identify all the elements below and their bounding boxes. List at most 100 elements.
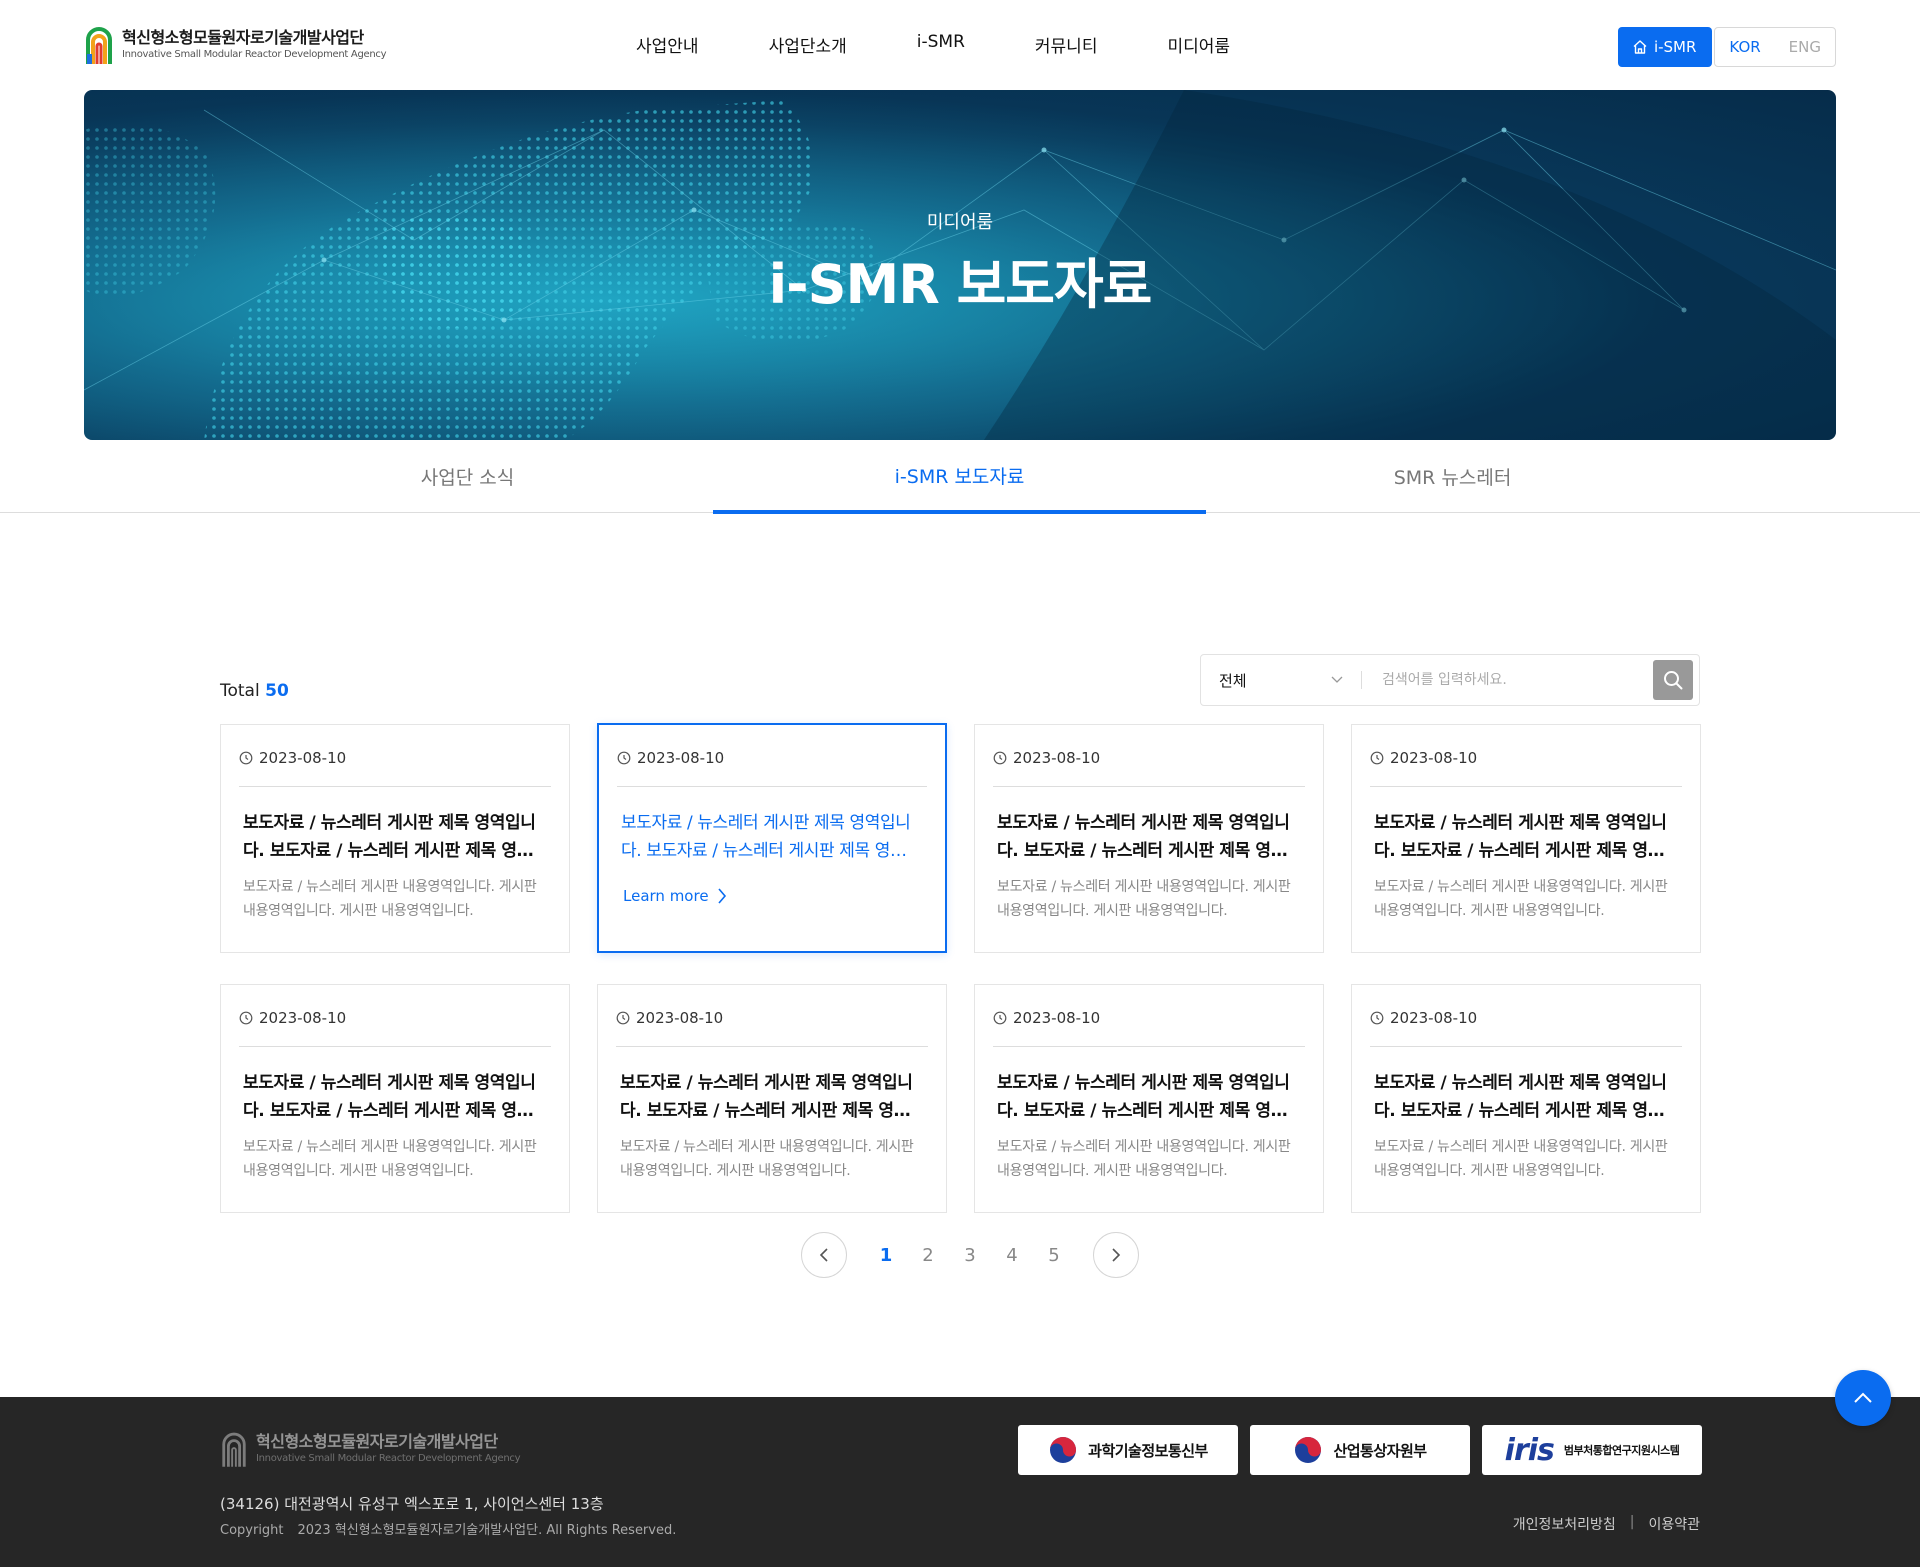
press-card[interactable]: 2023-08-10 보도자료 / 뉴스레터 게시판 제목 영역입니다. 보도자… <box>597 984 947 1213</box>
sub-tabs: 사업단 소식 i-SMR 보도자료 SMR 뉴스레터 <box>0 440 1920 514</box>
press-card[interactable]: 2023-08-10 보도자료 / 뉴스레터 게시판 제목 영역입니다. 보도자… <box>220 724 570 953</box>
card-date-text: 2023-08-10 <box>1390 748 1478 767</box>
language-switch: KOR ENG <box>1714 27 1836 67</box>
card-description: 보도자료 / 뉴스레터 게시판 내용영역입니다. 게시판 내용영역입니다. 게시… <box>1374 879 1668 919</box>
card-date: 2023-08-10 <box>616 985 928 1047</box>
banner-iris-label: 범부처통합연구지원시스템 <box>1563 1444 1680 1457</box>
header: 혁신형소형모듈원자로기술개발사업단 Innovative Small Modul… <box>0 0 1920 90</box>
card-date: 2023-08-10 <box>1370 725 1682 787</box>
card-description: 보도자료 / 뉴스레터 게시판 내용영역입니다. 게시판 내용영역입니다. 게시… <box>243 879 537 919</box>
footer-logo-mark-icon <box>222 1432 246 1467</box>
clock-icon <box>1370 1011 1384 1024</box>
logo-title: 혁신형소형모듈원자로기술개발사업단 <box>122 28 364 47</box>
iris-logo: iris <box>1504 1432 1555 1468</box>
footer-copyright: Copyright 2023 혁신형소형모듈원자로기술개발사업단. All Rig… <box>220 1519 690 1538</box>
nav-item-media-room[interactable]: 미디어룸 <box>1167 32 1230 57</box>
clock-icon <box>616 1011 630 1024</box>
press-card[interactable]: 2023-08-10 보도자료 / 뉴스레터 게시판 제목 영역입니다. 보도자… <box>1351 984 1701 1213</box>
chevron-down-icon <box>1331 676 1343 683</box>
lang-kor-button[interactable]: KOR <box>1715 28 1774 66</box>
footer-logo-subtitle: Innovative Small Modular Reactor Develop… <box>256 1453 521 1464</box>
clock-icon <box>239 1011 253 1024</box>
press-card[interactable]: 2023-08-10 보도자료 / 뉴스레터 게시판 제목 영역입니다. 보도자… <box>974 724 1324 953</box>
press-card[interactable]: 2023-08-10 보도자료 / 뉴스레터 게시판 제목 영역입니다. 보도자… <box>220 984 570 1213</box>
card-date: 2023-08-10 <box>1370 985 1682 1047</box>
banner-motie-label: 산업통상자원부 <box>1333 1441 1427 1460</box>
card-description: 보도자료 / 뉴스레터 게시판 내용영역입니다. 게시판 내용영역입니다. 게시… <box>243 1139 537 1179</box>
prev-page-button[interactable] <box>801 1232 847 1278</box>
chevron-right-icon <box>1112 1248 1121 1262</box>
footer-link-separator: | <box>1629 1514 1635 1530</box>
learn-more-link[interactable]: Learn more <box>617 887 927 905</box>
card-title: 보도자료 / 뉴스레터 게시판 제목 영역입니다. 보도자료 / 뉴스레터 게시… <box>997 813 1290 861</box>
nav-item-business-info[interactable]: 사업안내 <box>636 32 699 57</box>
learn-more-label: Learn more <box>623 887 709 905</box>
tab-agency-news[interactable]: 사업단 소식 <box>221 440 714 513</box>
nav-item-community[interactable]: 커뮤니티 <box>1035 32 1098 57</box>
copyright-text: 2023 혁신형소형모듈원자로기술개발사업단. All Rights Reser… <box>297 1523 677 1538</box>
nav-item-ismr[interactable]: i-SMR <box>917 32 965 57</box>
next-page-button[interactable] <box>1093 1232 1139 1278</box>
card-title: 보도자료 / 뉴스레터 게시판 제목 영역입니다. 보도자료 / 뉴스레터 게시… <box>1374 1073 1667 1121</box>
clock-icon <box>993 1011 1007 1024</box>
page-number[interactable]: 3 <box>949 1245 991 1266</box>
banner-msit[interactable]: 과학기술정보통신부 <box>1018 1425 1238 1475</box>
header-utilities: i-SMR KOR ENG <box>1617 27 1836 67</box>
page-number[interactable]: 2 <box>907 1245 949 1266</box>
page-number[interactable]: 4 <box>991 1245 1033 1266</box>
card-date: 2023-08-10 <box>239 725 551 787</box>
clock-icon <box>993 751 1007 764</box>
scroll-top-button[interactable] <box>1835 1370 1891 1426</box>
privacy-policy-link[interactable]: 개인정보처리방침 <box>1513 1514 1616 1534</box>
card-date-text: 2023-08-10 <box>1013 1008 1101 1027</box>
footer-banners: 과학기술정보통신부 산업통상자원부 iris 범부처통합연구지원시스템 <box>1018 1425 1702 1475</box>
search-button[interactable] <box>1653 660 1693 700</box>
lang-eng-button[interactable]: ENG <box>1775 28 1835 66</box>
clock-icon <box>617 751 631 764</box>
card-date-text: 2023-08-10 <box>636 1008 724 1027</box>
main-nav: 사업안내 사업단소개 i-SMR 커뮤니티 미디어룸 <box>636 32 1230 57</box>
total-label: Total <box>220 681 260 701</box>
banner-motie[interactable]: 산업통상자원부 <box>1250 1425 1470 1475</box>
ismr-home-label: i-SMR <box>1653 38 1697 56</box>
card-date: 2023-08-10 <box>993 985 1305 1047</box>
page-number[interactable]: 1 <box>865 1245 907 1266</box>
total-count: Total 50 <box>220 681 289 701</box>
tab-ismr-press[interactable]: i-SMR 보도자료 <box>713 440 1206 514</box>
card-title: 보도자료 / 뉴스레터 게시판 제목 영역입니다. 보도자료 / 뉴스레터 게시… <box>243 1073 536 1121</box>
chevron-up-icon <box>1854 1392 1872 1403</box>
taegeuk-icon <box>1050 1437 1077 1463</box>
search-category-value: 전체 <box>1219 671 1247 690</box>
ismr-home-button[interactable]: i-SMR <box>1617 27 1713 67</box>
card-description: 보도자료 / 뉴스레터 게시판 내용영역입니다. 게시판 내용영역입니다. 게시… <box>1374 1139 1668 1179</box>
card-title: 보도자료 / 뉴스레터 게시판 제목 영역입니다. 보도자료 / 뉴스레터 게시… <box>1374 813 1667 861</box>
card-date-text: 2023-08-10 <box>259 748 347 767</box>
hero-banner: 미디어룸 i-SMR 보도자료 <box>84 90 1836 440</box>
logo-mark-icon <box>86 27 112 64</box>
press-card[interactable]: 2023-08-10 보도자료 / 뉴스레터 게시판 제목 영역입니다. 보도자… <box>1351 724 1701 953</box>
site-logo[interactable]: 혁신형소형모듈원자로기술개발사업단 Innovative Small Modul… <box>84 24 387 66</box>
press-card[interactable]: 2023-08-10 보도자료 / 뉴스레터 게시판 제목 영역입니다. 보도자… <box>974 984 1324 1213</box>
nav-item-agency-intro[interactable]: 사업단소개 <box>769 32 847 57</box>
hero-subtitle: 미디어룸 <box>926 212 994 233</box>
card-date-text: 2023-08-10 <box>259 1008 347 1027</box>
logo-subtitle: Innovative Small Modular Reactor Develop… <box>122 49 387 60</box>
card-date-text: 2023-08-10 <box>637 748 725 767</box>
card-title: 보도자료 / 뉴스레터 게시판 제목 영역입니다. 보도자료 / 뉴스레터 게시… <box>243 813 536 861</box>
card-date-text: 2023-08-10 <box>1013 748 1101 767</box>
card-date: 2023-08-10 <box>993 725 1305 787</box>
card-date: 2023-08-10 <box>239 985 551 1047</box>
banner-iris[interactable]: iris 범부처통합연구지원시스템 <box>1482 1425 1702 1475</box>
card-description: 보도자료 / 뉴스레터 게시판 내용영역입니다. 게시판 내용영역입니다. 게시… <box>997 879 1291 919</box>
card-description: 보도자료 / 뉴스레터 게시판 내용영역입니다. 게시판 내용영역입니다. 게시… <box>997 1139 1291 1179</box>
footer-links: 개인정보처리방침 | 이용약관 <box>1513 1514 1700 1534</box>
press-card-hovered[interactable]: 2023-08-10 보도자료 / 뉴스레터 게시판 제목 영역입니다. 보도자… <box>597 723 947 953</box>
page-number[interactable]: 5 <box>1033 1245 1075 1266</box>
card-title: 보도자료 / 뉴스레터 게시판 제목 영역입니다. 보도자료 / 뉴스레터 게시… <box>620 1073 913 1121</box>
terms-link[interactable]: 이용약관 <box>1648 1514 1700 1534</box>
tab-smr-newsletter[interactable]: SMR 뉴스레터 <box>1206 440 1699 513</box>
search-category-select[interactable]: 전체 <box>1201 670 1361 691</box>
footer-logo-title: 혁신형소형모듈원자로기술개발사업단 <box>256 1432 498 1451</box>
card-date-text: 2023-08-10 <box>1390 1008 1478 1027</box>
search-input[interactable] <box>1362 672 1653 688</box>
